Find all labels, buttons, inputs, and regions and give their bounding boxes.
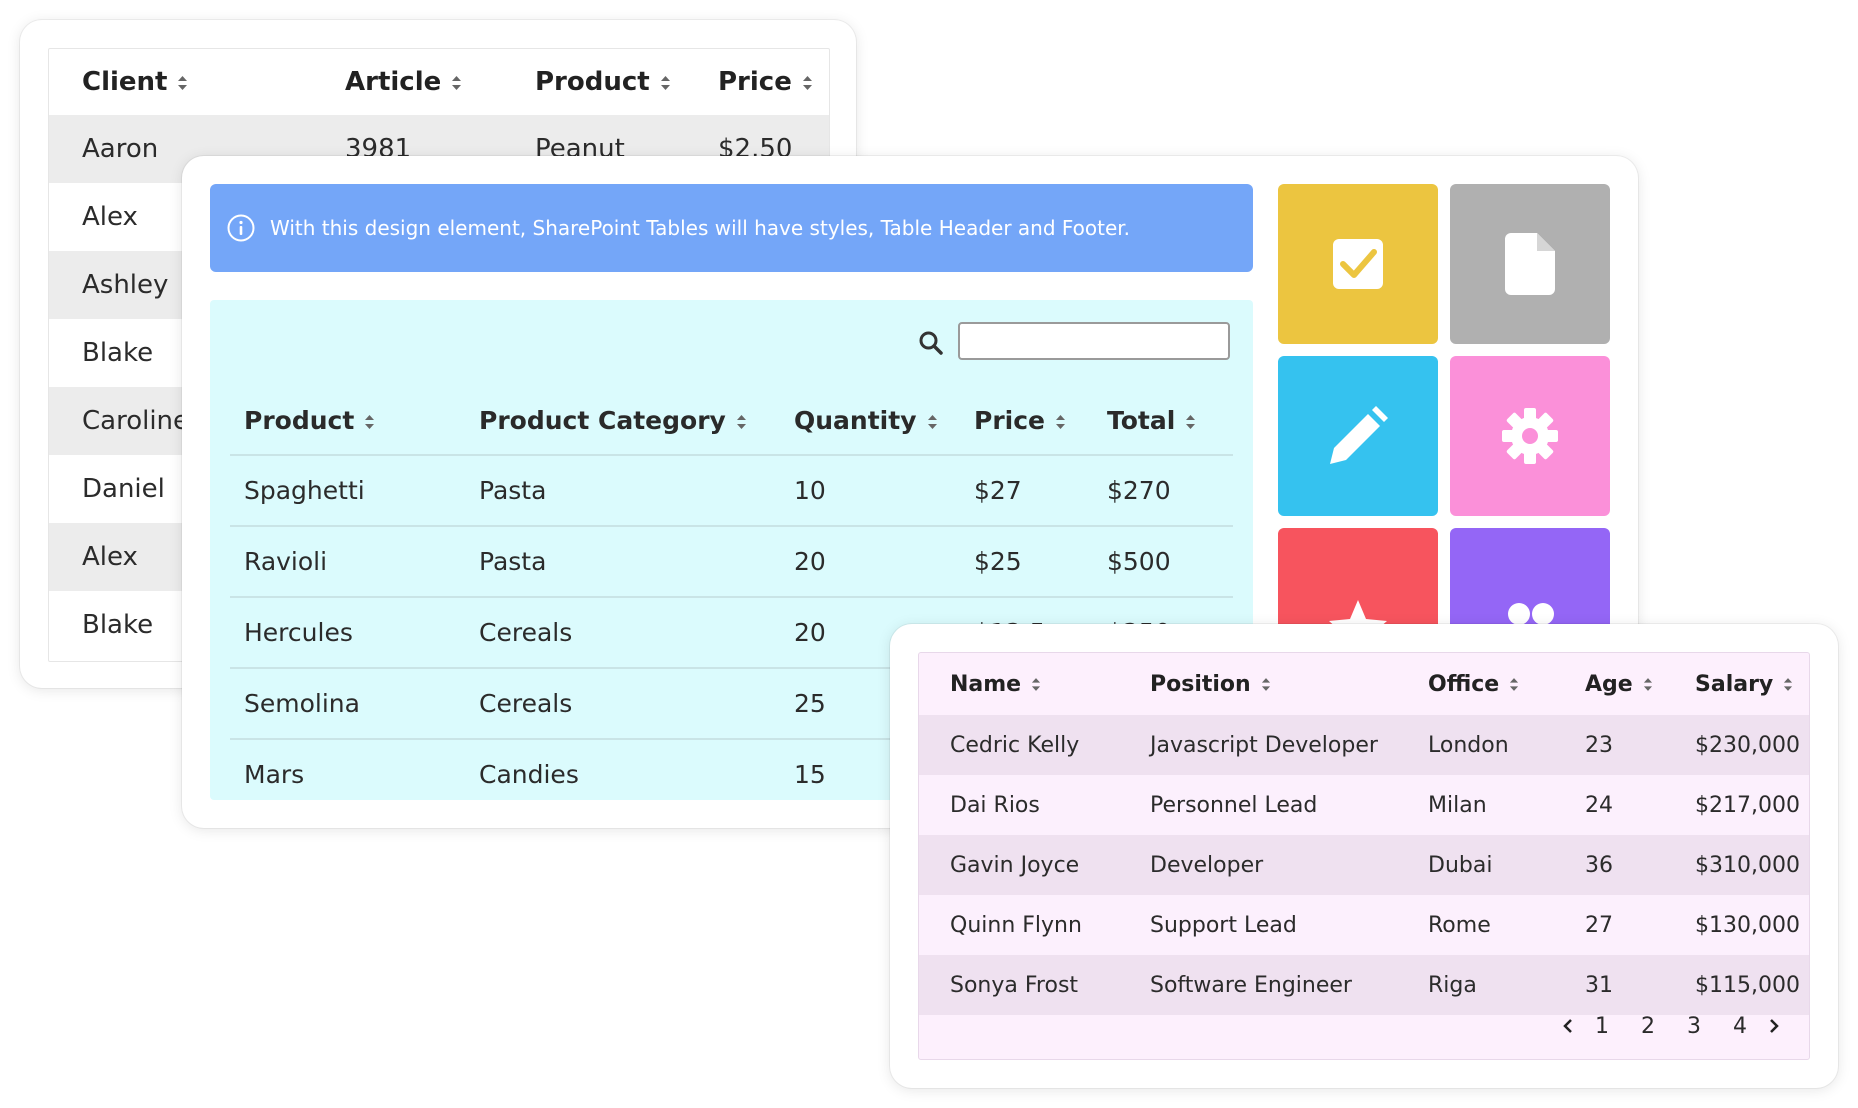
column-header-product-category[interactable]: Product Category [465, 386, 780, 456]
column-header-client[interactable]: Client [49, 49, 312, 115]
column-header-price[interactable]: Price [685, 49, 829, 115]
gear-icon [1502, 408, 1558, 464]
sort-icon[interactable] [1055, 414, 1066, 430]
column-header-price[interactable]: Price [960, 386, 1093, 456]
sort-icon[interactable] [927, 414, 938, 430]
sort-icon[interactable] [660, 75, 671, 91]
table-row: Cedric Kelly Javascript Developer London 23… [919, 715, 1809, 775]
column-header-salary[interactable]: Salary [1664, 653, 1809, 715]
table-row: Gavin Joyce Developer Dubai 36 $310,000 [919, 835, 1809, 895]
column-header-article[interactable]: Article [312, 49, 502, 115]
checkbox-icon [1333, 239, 1383, 289]
column-header-age[interactable]: Age [1554, 653, 1664, 715]
sort-icon[interactable] [177, 75, 188, 91]
sort-icon[interactable] [1509, 677, 1519, 692]
sort-icon[interactable] [1185, 414, 1196, 430]
page-button-1[interactable]: 1 [1579, 1014, 1625, 1039]
sort-icon[interactable] [1261, 677, 1271, 692]
search-input[interactable] [958, 322, 1230, 360]
chevron-left-icon[interactable] [1557, 1018, 1579, 1034]
table-row: Ravioli Pasta 20 $25 $500 [230, 526, 1233, 598]
table-row: Dai Rios Personnel Lead Milan 24 $217,000 [919, 775, 1809, 835]
employee-table-wrapper: Name Position Office Age Salary Cedric K… [918, 652, 1810, 1060]
column-header-total[interactable]: Total [1093, 386, 1233, 456]
table-row: Spaghetti Pasta 10 $27 $270 [230, 455, 1233, 527]
pencil-icon [1330, 406, 1388, 464]
info-icon [226, 213, 256, 243]
table-row: Quinn Flynn Support Lead Rome 27 $130,000 [919, 895, 1809, 955]
employee-table-card: Name Position Office Age Salary Cedric K… [890, 624, 1838, 1088]
chevron-right-icon[interactable] [1763, 1018, 1785, 1034]
info-banner-text: With this design element, SharePoint Tab… [270, 216, 1131, 240]
column-header-product[interactable]: Product [502, 49, 685, 115]
sort-icon[interactable] [736, 414, 747, 430]
sort-icon[interactable] [1783, 677, 1793, 692]
column-header-product[interactable]: Product [230, 386, 465, 456]
column-header-office[interactable]: Office [1397, 653, 1554, 715]
tile-pencil[interactable] [1278, 356, 1438, 516]
column-header-name[interactable]: Name [919, 653, 1119, 715]
employee-table: Name Position Office Age Salary Cedric K… [919, 653, 1809, 1015]
sort-icon[interactable] [364, 414, 375, 430]
sort-icon[interactable] [451, 75, 462, 91]
column-header-position[interactable]: Position [1119, 653, 1397, 715]
search-icon[interactable] [918, 330, 944, 360]
tile-gear[interactable] [1450, 356, 1610, 516]
page-button-3[interactable]: 3 [1671, 1014, 1717, 1039]
info-banner: With this design element, SharePoint Tab… [210, 184, 1253, 272]
page-button-4[interactable]: 4 [1717, 1014, 1763, 1039]
sort-icon[interactable] [802, 75, 813, 91]
sort-icon[interactable] [1031, 677, 1041, 692]
document-icon [1505, 233, 1555, 295]
pagination: 1 2 3 4 [1557, 1003, 1785, 1049]
tile-document[interactable] [1450, 184, 1610, 344]
page-button-2[interactable]: 2 [1625, 1014, 1671, 1039]
tile-checkbox[interactable] [1278, 184, 1438, 344]
column-header-quantity[interactable]: Quantity [780, 386, 960, 456]
sort-icon[interactable] [1643, 677, 1653, 692]
